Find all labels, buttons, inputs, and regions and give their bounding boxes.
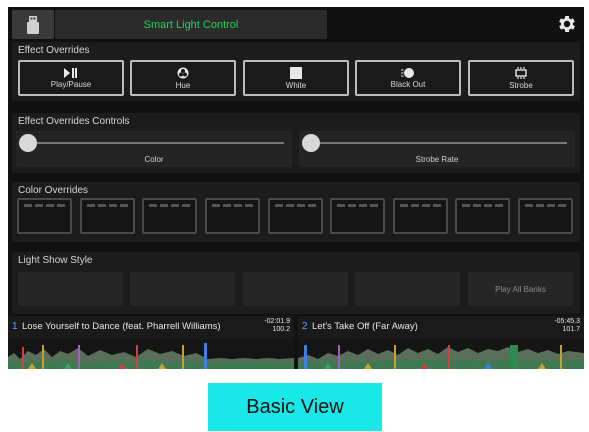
color-swatch[interactable] <box>455 198 510 234</box>
light-show-section: Light Show Style Play All Banks <box>12 252 580 314</box>
time-remaining: -02:01.9 <box>264 318 290 325</box>
color-swatch[interactable] <box>80 198 135 234</box>
section-title: Effect Overrides <box>18 45 90 56</box>
time-remaining: -05:45.3 <box>554 318 580 325</box>
light-bank-button[interactable] <box>18 272 123 306</box>
button-label: Play/Pause <box>50 79 92 89</box>
color-swatch[interactable] <box>17 198 72 234</box>
play-all-banks-button[interactable]: Play All Banks <box>468 272 573 306</box>
slider-thumb[interactable] <box>302 134 320 152</box>
button-label: Black Out <box>390 79 426 89</box>
color-swatch[interactable] <box>393 198 448 234</box>
bpm-value: 101.7 <box>562 326 580 333</box>
device-button[interactable] <box>12 10 54 39</box>
hue-button[interactable]: Hue <box>130 60 236 96</box>
color-swatch[interactable] <box>205 198 260 234</box>
track-title: Lose Yourself to Dance (feat. Pharrell W… <box>22 321 221 332</box>
slider-track <box>24 142 284 144</box>
color-swatch[interactable] <box>330 198 385 234</box>
color-slider[interactable]: Color <box>16 131 292 167</box>
deck-2[interactable]: 2 Let's Take Off (Far Away) -05:45.3 101… <box>298 316 584 369</box>
button-label: Strobe <box>509 80 533 90</box>
app-title: Smart Light Control <box>55 10 327 39</box>
light-bank-button[interactable] <box>243 272 348 306</box>
strobe-icon <box>515 66 527 79</box>
slider-track <box>307 142 567 144</box>
gear-icon[interactable] <box>556 13 578 35</box>
light-bank-button[interactable] <box>130 272 235 306</box>
section-title: Effect Overrides Controls <box>18 116 130 127</box>
light-bank-button[interactable] <box>355 272 460 306</box>
slider-label: Color <box>144 155 164 164</box>
deck-number: 1 <box>12 321 18 332</box>
track-title: Let's Take Off (Far Away) <box>312 321 418 332</box>
deck-number: 2 <box>302 321 308 332</box>
usb-drive-icon <box>27 15 39 34</box>
color-swatch[interactable] <box>518 198 573 234</box>
slider-thumb[interactable] <box>19 134 37 152</box>
hue-icon <box>177 67 189 78</box>
button-label: White <box>285 80 307 90</box>
color-overrides-section: Color Overrides <box>12 182 580 242</box>
caption-label: Basic View <box>208 383 382 431</box>
track-time: -05:45.3 101.7 <box>554 318 580 334</box>
app-window: Smart Light Control Effect Overrides Pla… <box>8 7 584 369</box>
white-square-icon <box>290 66 302 79</box>
slider-label: Strobe Rate <box>415 155 459 164</box>
track-time: -02:01.9 100.2 <box>264 318 290 334</box>
strobe-button[interactable]: Strobe <box>468 60 574 96</box>
section-title: Light Show Style <box>18 255 93 266</box>
play-pause-button[interactable]: Play/Pause <box>18 60 124 96</box>
effect-overrides-section: Effect Overrides Play/Pause Hue White Bl… <box>12 42 580 101</box>
color-swatch[interactable] <box>268 198 323 234</box>
color-swatch[interactable] <box>142 198 197 234</box>
effect-controls-section: Effect Overrides Controls Color Strobe R… <box>12 113 580 173</box>
waveform[interactable] <box>8 339 294 369</box>
white-button[interactable]: White <box>243 60 349 96</box>
strobe-rate-slider[interactable]: Strobe Rate <box>299 131 575 167</box>
button-label: Hue <box>175 80 191 90</box>
deck-1[interactable]: 1 Lose Yourself to Dance (feat. Pharrell… <box>8 316 294 369</box>
section-title: Color Overrides <box>18 185 89 196</box>
black-out-button[interactable]: Black Out <box>355 60 461 96</box>
waveform[interactable] <box>298 339 584 369</box>
bpm-value: 100.2 <box>272 326 290 333</box>
black-out-icon <box>401 67 414 78</box>
play-pause-icon <box>64 67 77 78</box>
